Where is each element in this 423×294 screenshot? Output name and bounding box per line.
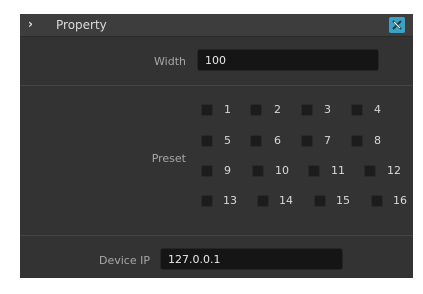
- preset-11-label: 11: [331, 164, 345, 177]
- preset-7-label: 7: [324, 134, 331, 147]
- preset-10-checkbox[interactable]: [252, 165, 264, 177]
- width-label: Width: [154, 55, 186, 68]
- preset-9-label: 9: [224, 164, 231, 177]
- pin-icon[interactable]: [389, 17, 405, 33]
- preset-12-label: 12: [387, 164, 401, 177]
- preset-16-label: 16: [393, 194, 407, 207]
- preset-8-label: 8: [374, 134, 381, 147]
- preset-14-label: 14: [279, 194, 293, 207]
- preset-label: Preset: [151, 152, 186, 165]
- preset-6-checkbox[interactable]: [250, 135, 262, 147]
- panel-title: Property: [56, 18, 107, 32]
- preset-7-checkbox[interactable]: [301, 135, 313, 147]
- preset-section: Preset 1 2 3 4 5 6 7 8 9 10 11 12 13 14 …: [20, 86, 413, 236]
- preset-4-checkbox[interactable]: [351, 104, 363, 116]
- width-input[interactable]: 100: [197, 49, 379, 71]
- property-panel: › Property Width 100 Preset 1 2 3 4 5 6 …: [20, 14, 413, 278]
- preset-3-label: 3: [324, 103, 331, 116]
- preset-9-checkbox[interactable]: [201, 165, 213, 177]
- preset-5-label: 5: [224, 134, 231, 147]
- preset-15-checkbox[interactable]: [314, 195, 326, 207]
- preset-8-checkbox[interactable]: [351, 135, 363, 147]
- width-section: Width 100: [20, 37, 413, 86]
- preset-4-label: 4: [374, 103, 381, 116]
- device-ip-input[interactable]: 127.0.0.1: [160, 248, 343, 270]
- preset-16-checkbox[interactable]: [371, 195, 383, 207]
- preset-11-checkbox[interactable]: [308, 165, 320, 177]
- preset-13-label: 13: [223, 194, 237, 207]
- preset-13-checkbox[interactable]: [201, 195, 213, 207]
- preset-15-label: 15: [336, 194, 350, 207]
- chevron-right-icon[interactable]: ›: [28, 17, 38, 31]
- preset-14-checkbox[interactable]: [257, 195, 269, 207]
- device-ip-label: Device IP: [99, 254, 150, 267]
- preset-3-checkbox[interactable]: [301, 104, 313, 116]
- panel-titlebar: › Property: [20, 14, 413, 37]
- preset-1-label: 1: [224, 103, 231, 116]
- preset-5-checkbox[interactable]: [201, 135, 213, 147]
- preset-1-checkbox[interactable]: [201, 104, 213, 116]
- preset-6-label: 6: [274, 134, 281, 147]
- device-ip-section: Device IP 127.0.0.1: [20, 236, 413, 278]
- preset-2-label: 2: [274, 103, 281, 116]
- preset-12-checkbox[interactable]: [364, 165, 376, 177]
- preset-2-checkbox[interactable]: [250, 104, 262, 116]
- preset-10-label: 10: [275, 164, 289, 177]
